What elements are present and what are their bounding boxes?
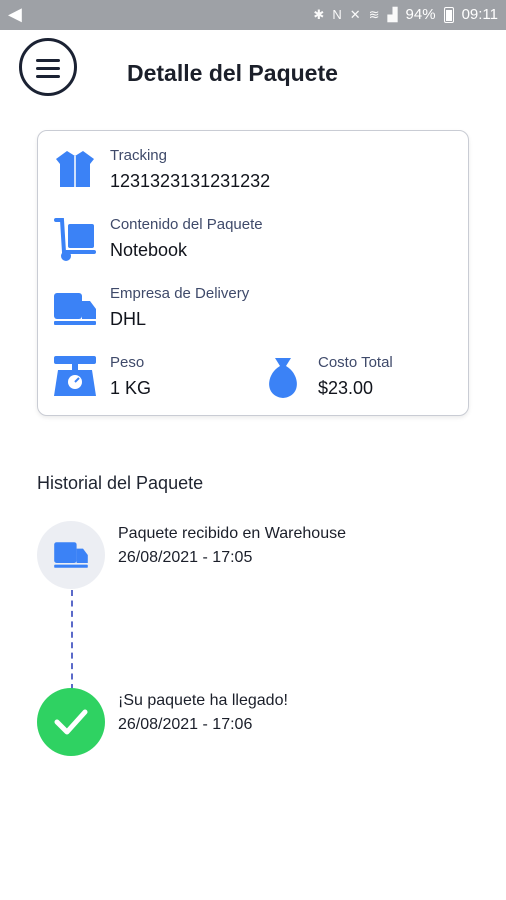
box-icon bbox=[56, 151, 94, 187]
timeline-connector bbox=[71, 590, 73, 690]
history-event-icon-badge bbox=[37, 521, 105, 589]
tracking-label: Tracking bbox=[110, 147, 167, 164]
bluetooth-icon: ✱ bbox=[313, 6, 325, 22]
signal-icon: ▟ bbox=[387, 6, 398, 22]
scale-icon bbox=[54, 356, 96, 396]
delivery-truck-icon bbox=[54, 542, 88, 568]
mute-icon: ✕ bbox=[349, 6, 361, 22]
hamburger-icon bbox=[36, 59, 60, 62]
wifi-icon: ≋ bbox=[368, 6, 380, 22]
history-title: Historial del Paquete bbox=[37, 473, 204, 493]
nfc-icon: N bbox=[332, 7, 342, 22]
status-icons: ✱ N ✕ ≋ ▟ 94% 09:11 bbox=[313, 6, 498, 23]
package-info-card: Tracking 1231323131231232 Contenido del … bbox=[37, 130, 469, 416]
weight-label: Peso bbox=[110, 354, 145, 371]
back-arrow-icon: ◀ bbox=[8, 4, 22, 24]
check-icon bbox=[54, 709, 88, 735]
history-event-text: ¡Su paquete ha llegado! bbox=[118, 692, 288, 709]
page-title: Detalle del Paquete bbox=[127, 60, 338, 86]
battery-icon bbox=[443, 6, 454, 23]
delivery-truck-icon bbox=[54, 293, 96, 325]
clock: 09:11 bbox=[461, 6, 498, 23]
menu-button[interactable] bbox=[19, 38, 77, 96]
delivery-value: DHL bbox=[110, 309, 147, 329]
total-value: $23.00 bbox=[318, 378, 374, 398]
history-event-date: 26/08/2021 - 17:05 bbox=[118, 549, 253, 566]
weight-value: 1 KG bbox=[110, 378, 152, 398]
hand-truck-icon bbox=[54, 218, 96, 261]
money-bag-icon bbox=[269, 358, 297, 398]
contents-value: Notebook bbox=[110, 240, 188, 260]
status-bar: ◀ ✱ N ✕ ≋ ▟ 94% 09:11 bbox=[0, 0, 506, 30]
battery-percent: 94% bbox=[405, 6, 436, 23]
total-label: Costo Total bbox=[318, 354, 393, 371]
tracking-value: 1231323131231232 bbox=[110, 171, 271, 191]
history-event-date: 26/08/2021 - 17:06 bbox=[118, 716, 253, 733]
contents-label: Contenido del Paquete bbox=[110, 216, 263, 233]
history-event-text: Paquete recibido en Warehouse bbox=[118, 525, 346, 542]
delivery-label: Empresa de Delivery bbox=[110, 285, 250, 302]
history-event-icon-badge bbox=[37, 688, 105, 756]
